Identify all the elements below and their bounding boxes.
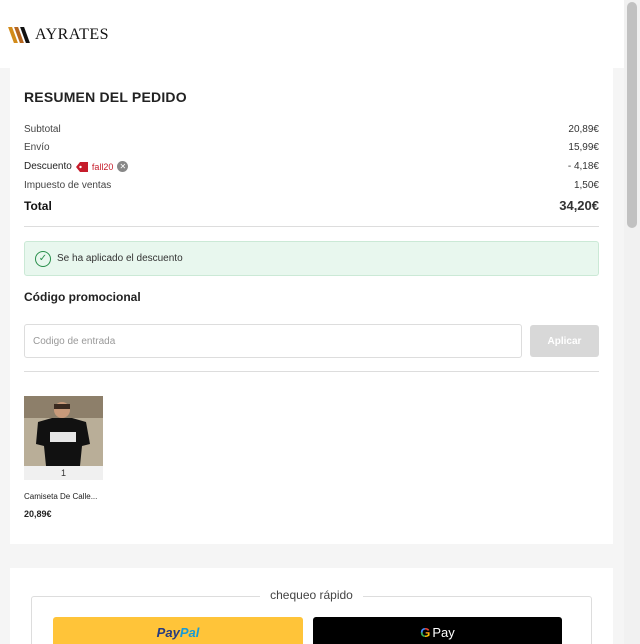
discount-code: fall20 [91, 161, 114, 172]
scrollbar[interactable] [624, 0, 640, 644]
product-name[interactable]: Camiseta De Calle... [24, 492, 103, 501]
success-message: Se ha aplicado el descuento [57, 253, 183, 264]
discount-value: - 4,18€ [567, 161, 599, 172]
tax-row: Impuesto de ventas 1,50€ [24, 180, 599, 191]
apply-button[interactable]: Aplicar [530, 325, 599, 357]
order-summary-card: RESUMEN DEL PEDIDO Subtotal 20,89€ Envío… [10, 68, 613, 544]
promo-code-input[interactable] [24, 324, 522, 358]
tag-icon [75, 161, 88, 172]
divider [24, 371, 599, 372]
divider [24, 226, 599, 227]
product-price: 20,89€ [24, 509, 52, 519]
product-qty: 1 [24, 466, 103, 480]
check-circle-icon: ✓ [35, 250, 51, 267]
shipping-row: Envío 15,99€ [24, 142, 599, 153]
paypal-pay: Pay [156, 624, 180, 640]
discount-label: Descuento [24, 161, 72, 172]
discount-label-group: Descuento fall20 ✕ [24, 161, 129, 172]
express-label: chequeo rápido [260, 588, 363, 602]
promo-title: Código promocional [24, 290, 141, 304]
gpay-label: Pay [432, 624, 455, 640]
success-alert: ✓ Se ha aplicado el descuento [24, 241, 599, 276]
header: AYRATES [0, 0, 624, 68]
google-pay-button[interactable]: G Pay [313, 617, 562, 644]
total-value: 34,20€ [559, 198, 599, 213]
total-label: Total [24, 198, 52, 213]
google-g-icon: G [420, 624, 431, 640]
logo-icon [8, 27, 33, 43]
product-item[interactable]: 1 Camiseta De Calle... 20,89€ [24, 396, 103, 519]
paypal-pal: Pal [179, 624, 200, 640]
brand-name: AYRATES [35, 26, 110, 43]
logo[interactable]: AYRATES [8, 26, 110, 44]
shipping-value: 15,99€ [568, 142, 599, 153]
subtotal-label: Subtotal [24, 124, 61, 135]
tax-label: Impuesto de ventas [24, 180, 112, 191]
product-image[interactable] [24, 396, 103, 466]
tax-value: 1,50€ [573, 180, 599, 191]
subtotal-value: 20,89€ [568, 124, 599, 135]
remove-icon[interactable]: ✕ [117, 161, 129, 172]
scrollbar-thumb[interactable] [627, 2, 637, 228]
discount-row: Descuento fall20 ✕ - 4,18€ [24, 161, 599, 172]
subtotal-row: Subtotal 20,89€ [24, 124, 599, 135]
express-checkout-card: chequeo rápido Pay Pal G Pay [10, 568, 613, 644]
paypal-button[interactable]: Pay Pal [53, 617, 303, 644]
express-label-wrap: chequeo rápido [10, 588, 613, 602]
total-row: Total 34,20€ [24, 198, 599, 213]
shipping-label: Envío [24, 142, 50, 153]
summary-title: RESUMEN DEL PEDIDO [24, 89, 187, 105]
